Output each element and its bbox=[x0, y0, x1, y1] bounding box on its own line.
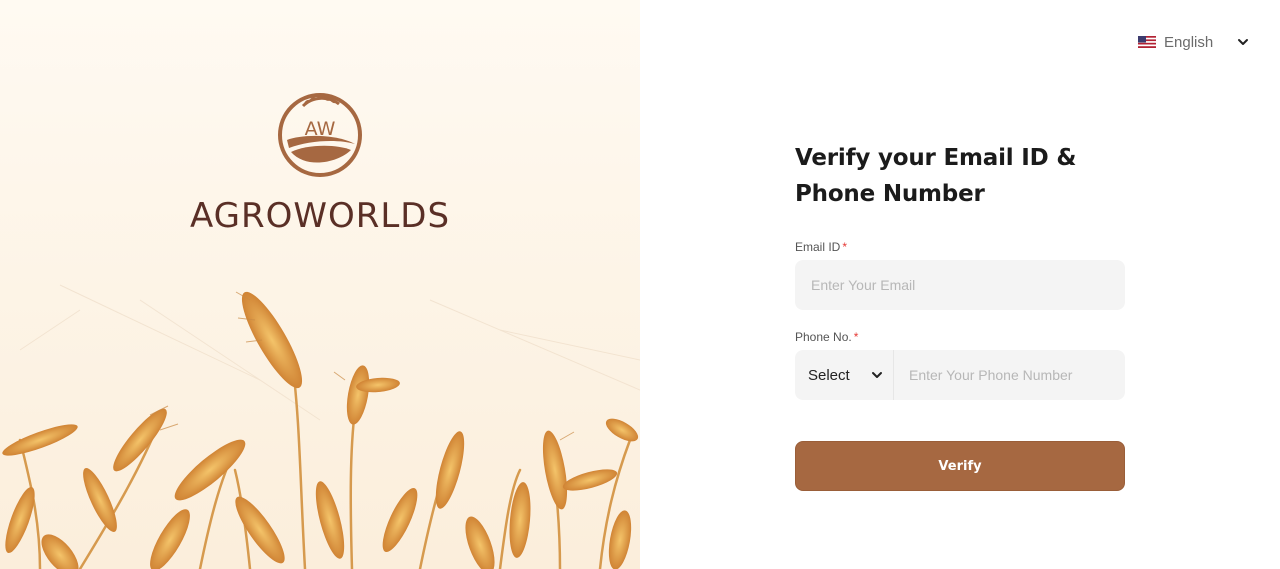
email-label: Email ID * bbox=[795, 240, 1125, 256]
country-code-value: Select bbox=[808, 366, 850, 384]
phone-label-text: Phone No. bbox=[795, 330, 852, 344]
phone-input[interactable] bbox=[894, 350, 1125, 400]
verify-form: Verify your Email ID & Phone Number Emai… bbox=[795, 140, 1125, 491]
required-mark: * bbox=[842, 240, 848, 254]
email-input[interactable] bbox=[795, 260, 1125, 310]
us-flag-icon bbox=[1138, 36, 1156, 48]
page-title: Verify your Email ID & Phone Number bbox=[795, 145, 1077, 207]
email-label-text: Email ID bbox=[795, 240, 841, 254]
phone-label: Phone No. * bbox=[795, 330, 1125, 346]
hero-panel: AW AGROWORLDS bbox=[0, 0, 640, 569]
language-selector[interactable]: English bbox=[1138, 30, 1253, 54]
agroworlds-logo-emblem-icon: AW bbox=[278, 93, 362, 177]
logo-emblem-text: AW bbox=[305, 118, 336, 140]
required-mark: * bbox=[853, 330, 859, 344]
verify-button[interactable]: Verify bbox=[795, 441, 1125, 491]
language-label: English bbox=[1164, 33, 1214, 51]
wheat-field-illustration bbox=[0, 0, 640, 569]
brand-wordmark: AGROWORLDS bbox=[189, 196, 451, 236]
chevron-down-icon bbox=[1238, 39, 1248, 45]
country-code-select[interactable]: Select bbox=[795, 350, 894, 400]
chevron-down-icon bbox=[872, 372, 882, 378]
phone-field: Select bbox=[795, 350, 1125, 400]
